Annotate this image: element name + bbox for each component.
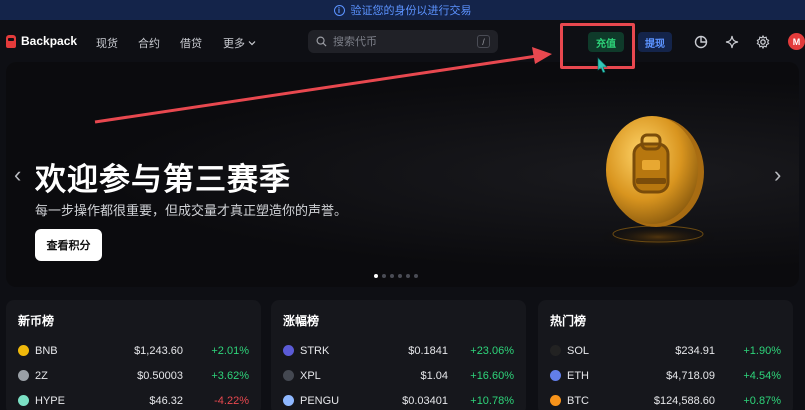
- hero-subtitle: 每一步操作都很重要，但成交量才真正塑造你的声誉。: [35, 203, 348, 218]
- eth-icon: [550, 370, 561, 381]
- carousel-dot[interactable]: [414, 274, 418, 278]
- bnb-icon: [18, 345, 29, 356]
- market-row[interactable]: PENGU $0.03401 +10.78%: [283, 388, 514, 410]
- sparkle-icon[interactable]: [724, 34, 740, 50]
- market-row[interactable]: STRK $0.1841 +23.06%: [283, 338, 514, 363]
- card-title: 涨幅榜: [283, 314, 320, 328]
- card-title: 热门榜: [550, 314, 587, 328]
- token-price: $124,588.60: [653, 394, 715, 407]
- carousel-dot[interactable]: [374, 274, 378, 278]
- carousel-dot[interactable]: [390, 274, 394, 278]
- backpack-logo-icon: [6, 34, 16, 48]
- token-price: $0.03401: [402, 394, 448, 407]
- market-row[interactable]: BTC $124,588.60 +0.87%: [550, 388, 781, 410]
- token-price: $0.1841: [408, 344, 448, 357]
- search-bar[interactable]: /: [308, 30, 498, 53]
- top-navigation: Backpack 现货 合约 借贷 更多 / 充值 提现 M: [0, 20, 805, 62]
- token-price: $1.04: [420, 369, 448, 382]
- token-symbol: BNB: [35, 344, 58, 357]
- card-title: 新币榜: [18, 314, 55, 328]
- promo-carousel: ‹ 欢迎参与第三赛季 每一步操作都很重要，但成交量才真正塑造你的声誉。 查看积分…: [6, 62, 799, 287]
- token-change: +23.06%: [470, 344, 514, 357]
- nav-more-label: 更多: [223, 38, 245, 50]
- info-icon: i: [333, 4, 345, 16]
- carousel-dot[interactable]: [398, 274, 402, 278]
- xpl-icon: [283, 370, 294, 381]
- token-change: +1.90%: [743, 344, 781, 357]
- token-change: +3.62%: [211, 369, 249, 382]
- token-symbol: XPL: [300, 369, 321, 382]
- token-change: +10.78%: [470, 394, 514, 407]
- token-price: $234.91: [675, 344, 715, 357]
- carousel-dot[interactable]: [382, 274, 386, 278]
- view-points-button[interactable]: 查看积分: [35, 229, 102, 261]
- withdraw-button[interactable]: 提现: [638, 32, 672, 52]
- token-symbol: PENGU: [300, 394, 340, 407]
- market-row[interactable]: SOL $234.91 +1.90%: [550, 338, 781, 363]
- search-shortcut-key: /: [477, 35, 490, 48]
- market-row[interactable]: HYPE $46.32 -4.22%: [18, 388, 249, 410]
- token-symbol: SOL: [567, 344, 590, 357]
- token-price: $4,718.09: [666, 369, 715, 382]
- token-price: $0.50003: [137, 369, 183, 382]
- nav-more[interactable]: 更多: [223, 35, 256, 51]
- nav-futures[interactable]: 合约: [138, 35, 160, 51]
- nav-spot[interactable]: 现货: [96, 35, 118, 51]
- verify-banner-text: 验证您的身份以进行交易: [350, 5, 472, 17]
- verify-identity-banner[interactable]: i 验证您的身份以进行交易: [0, 0, 805, 20]
- settings-gear-icon[interactable]: [755, 34, 771, 50]
- market-card: 热门榜 SOL $234.91 +1.90% ETH $4,718.09 +4.54% BTC…: [538, 300, 793, 410]
- token-symbol: HYPE: [35, 394, 65, 407]
- token-symbol: BTC: [567, 394, 589, 407]
- market-card: 涨幅榜 STRK $0.1841 +23.06% XPL $1.04 +16.60% PENG…: [271, 300, 526, 410]
- carousel-indicator: [374, 274, 418, 278]
- cursor-pointer-icon: [597, 57, 608, 73]
- market-row[interactable]: XPL $1.04 +16.60%: [283, 363, 514, 388]
- carousel-dot[interactable]: [406, 274, 410, 278]
- market-row[interactable]: ETH $4,718.09 +4.54%: [550, 363, 781, 388]
- brand-name: Backpack: [21, 34, 78, 48]
- sol-icon: [550, 345, 561, 356]
- token-symbol: ETH: [567, 369, 589, 382]
- user-avatar[interactable]: M: [788, 33, 805, 50]
- token-symbol: 2Z: [35, 369, 48, 382]
- chevron-down-icon: [248, 41, 256, 46]
- market-row[interactable]: 2Z $0.50003 +3.62%: [18, 363, 249, 388]
- token-price: $46.32: [149, 394, 183, 407]
- token-change: +2.01%: [211, 344, 249, 357]
- market-card: 新币榜 BNB $1,243.60 +2.01% 2Z $0.50003 +3.62% HYP…: [6, 300, 261, 410]
- token-change: +0.87%: [743, 394, 781, 407]
- pengu-icon: [283, 395, 294, 406]
- btc-icon: [550, 395, 561, 406]
- 2z-icon: [18, 370, 29, 381]
- token-change: -4.22%: [214, 394, 249, 407]
- token-change: +16.60%: [470, 369, 514, 382]
- carousel-prev-chevron-icon[interactable]: ‹: [14, 162, 21, 188]
- portfolio-icon[interactable]: [693, 34, 709, 50]
- hero-title: 欢迎参与第三赛季: [35, 162, 291, 197]
- carousel-next-chevron-icon[interactable]: ›: [774, 162, 781, 188]
- brand-logo[interactable]: Backpack: [6, 34, 77, 48]
- strk-icon: [283, 345, 294, 356]
- nav-lend[interactable]: 借贷: [180, 35, 202, 51]
- token-price: $1,243.60: [134, 344, 183, 357]
- market-row[interactable]: BNB $1,243.60 +2.01%: [18, 338, 249, 363]
- token-change: +4.54%: [743, 369, 781, 382]
- token-symbol: STRK: [300, 344, 330, 357]
- gold-coin-illustration: [598, 116, 718, 249]
- hype-icon: [18, 395, 29, 406]
- search-icon: [316, 36, 327, 47]
- search-input[interactable]: [333, 35, 473, 48]
